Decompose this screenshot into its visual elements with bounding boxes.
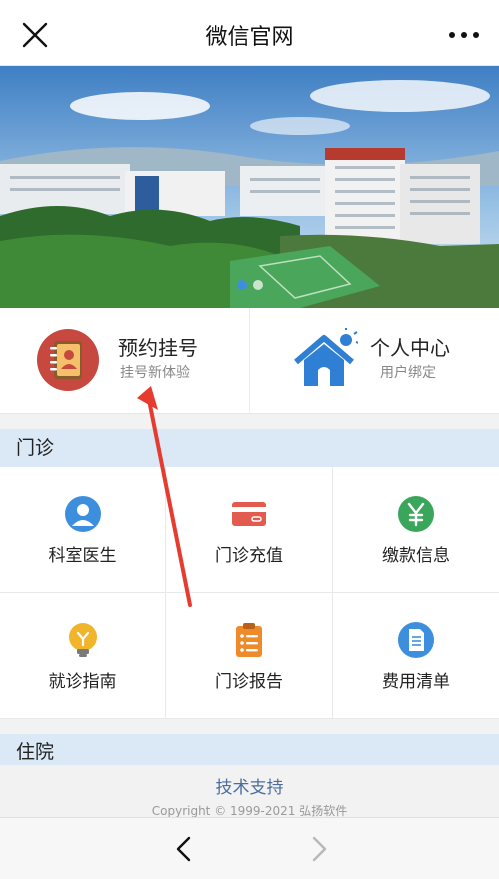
clipboard-icon	[236, 623, 262, 657]
yuan-icon	[398, 496, 434, 532]
appointment-subtitle: 挂号新体验	[120, 365, 190, 381]
payment-info-label: 缴款信息	[382, 546, 450, 566]
personal-center-button[interactable]: 个人中心 用户绑定	[249, 308, 499, 413]
quick-actions: 预约挂号 挂号新体验 个人中心 用户绑定	[0, 308, 499, 414]
banner-pager	[0, 280, 499, 290]
outpatient-report-label: 门诊报告	[215, 672, 283, 692]
pager-dot-active[interactable]	[236, 280, 247, 290]
hospital-banner-image	[0, 66, 499, 308]
visit-guide-button[interactable]: 就诊指南	[0, 593, 166, 719]
more-menu-button[interactable]	[449, 26, 479, 44]
hospital-banner[interactable]	[0, 66, 499, 308]
visit-guide-label: 就诊指南	[48, 672, 117, 692]
section-outpatient-heading: 门诊	[0, 429, 499, 467]
personal-center-title: 个人中心	[370, 336, 450, 360]
doctor-icon	[64, 496, 101, 532]
expense-list-button[interactable]: 费用清单	[333, 593, 499, 719]
card-icon	[232, 502, 266, 526]
appointment-book-icon	[37, 329, 99, 391]
appointment-button[interactable]: 预约挂号 挂号新体验	[0, 308, 249, 413]
tech-support-link[interactable]: 技术支持	[0, 773, 499, 798]
dept-doctor-label: 科室医生	[48, 546, 117, 566]
outpatient-report-button[interactable]: 门诊报告	[166, 593, 333, 719]
forward-arrow-icon[interactable]	[305, 834, 333, 864]
more-dot-icon	[449, 32, 455, 38]
dept-doctor-button[interactable]: 科室医生	[0, 467, 166, 593]
payment-info-button[interactable]: 缴款信息	[333, 467, 499, 593]
recharge-label: 门诊充值	[215, 546, 283, 566]
more-dot-icon	[473, 32, 479, 38]
expense-list-label: 费用清单	[382, 672, 450, 692]
more-dot-icon	[461, 32, 467, 38]
appointment-title: 预约挂号	[118, 336, 198, 360]
recharge-button[interactable]: 门诊充值	[166, 467, 333, 593]
document-icon	[398, 622, 434, 658]
back-arrow-icon[interactable]	[170, 834, 198, 864]
outpatient-grid: 科室医生 门诊充值 缴款信息 就诊指南 门诊报告 费用清单	[0, 467, 499, 719]
bulb-icon	[68, 623, 97, 657]
personal-center-subtitle: 用户绑定	[380, 365, 436, 381]
browser-nav-bar	[0, 817, 499, 879]
home-icon	[294, 328, 358, 386]
footer: 技术支持 Copyright © 1999-2021 弘扬软件	[0, 765, 499, 818]
page-title: 微信官网	[205, 25, 294, 50]
top-bar: 微信官网	[0, 0, 499, 66]
section-inpatient-heading: 住院	[0, 734, 499, 765]
pager-dot[interactable]	[252, 280, 263, 290]
